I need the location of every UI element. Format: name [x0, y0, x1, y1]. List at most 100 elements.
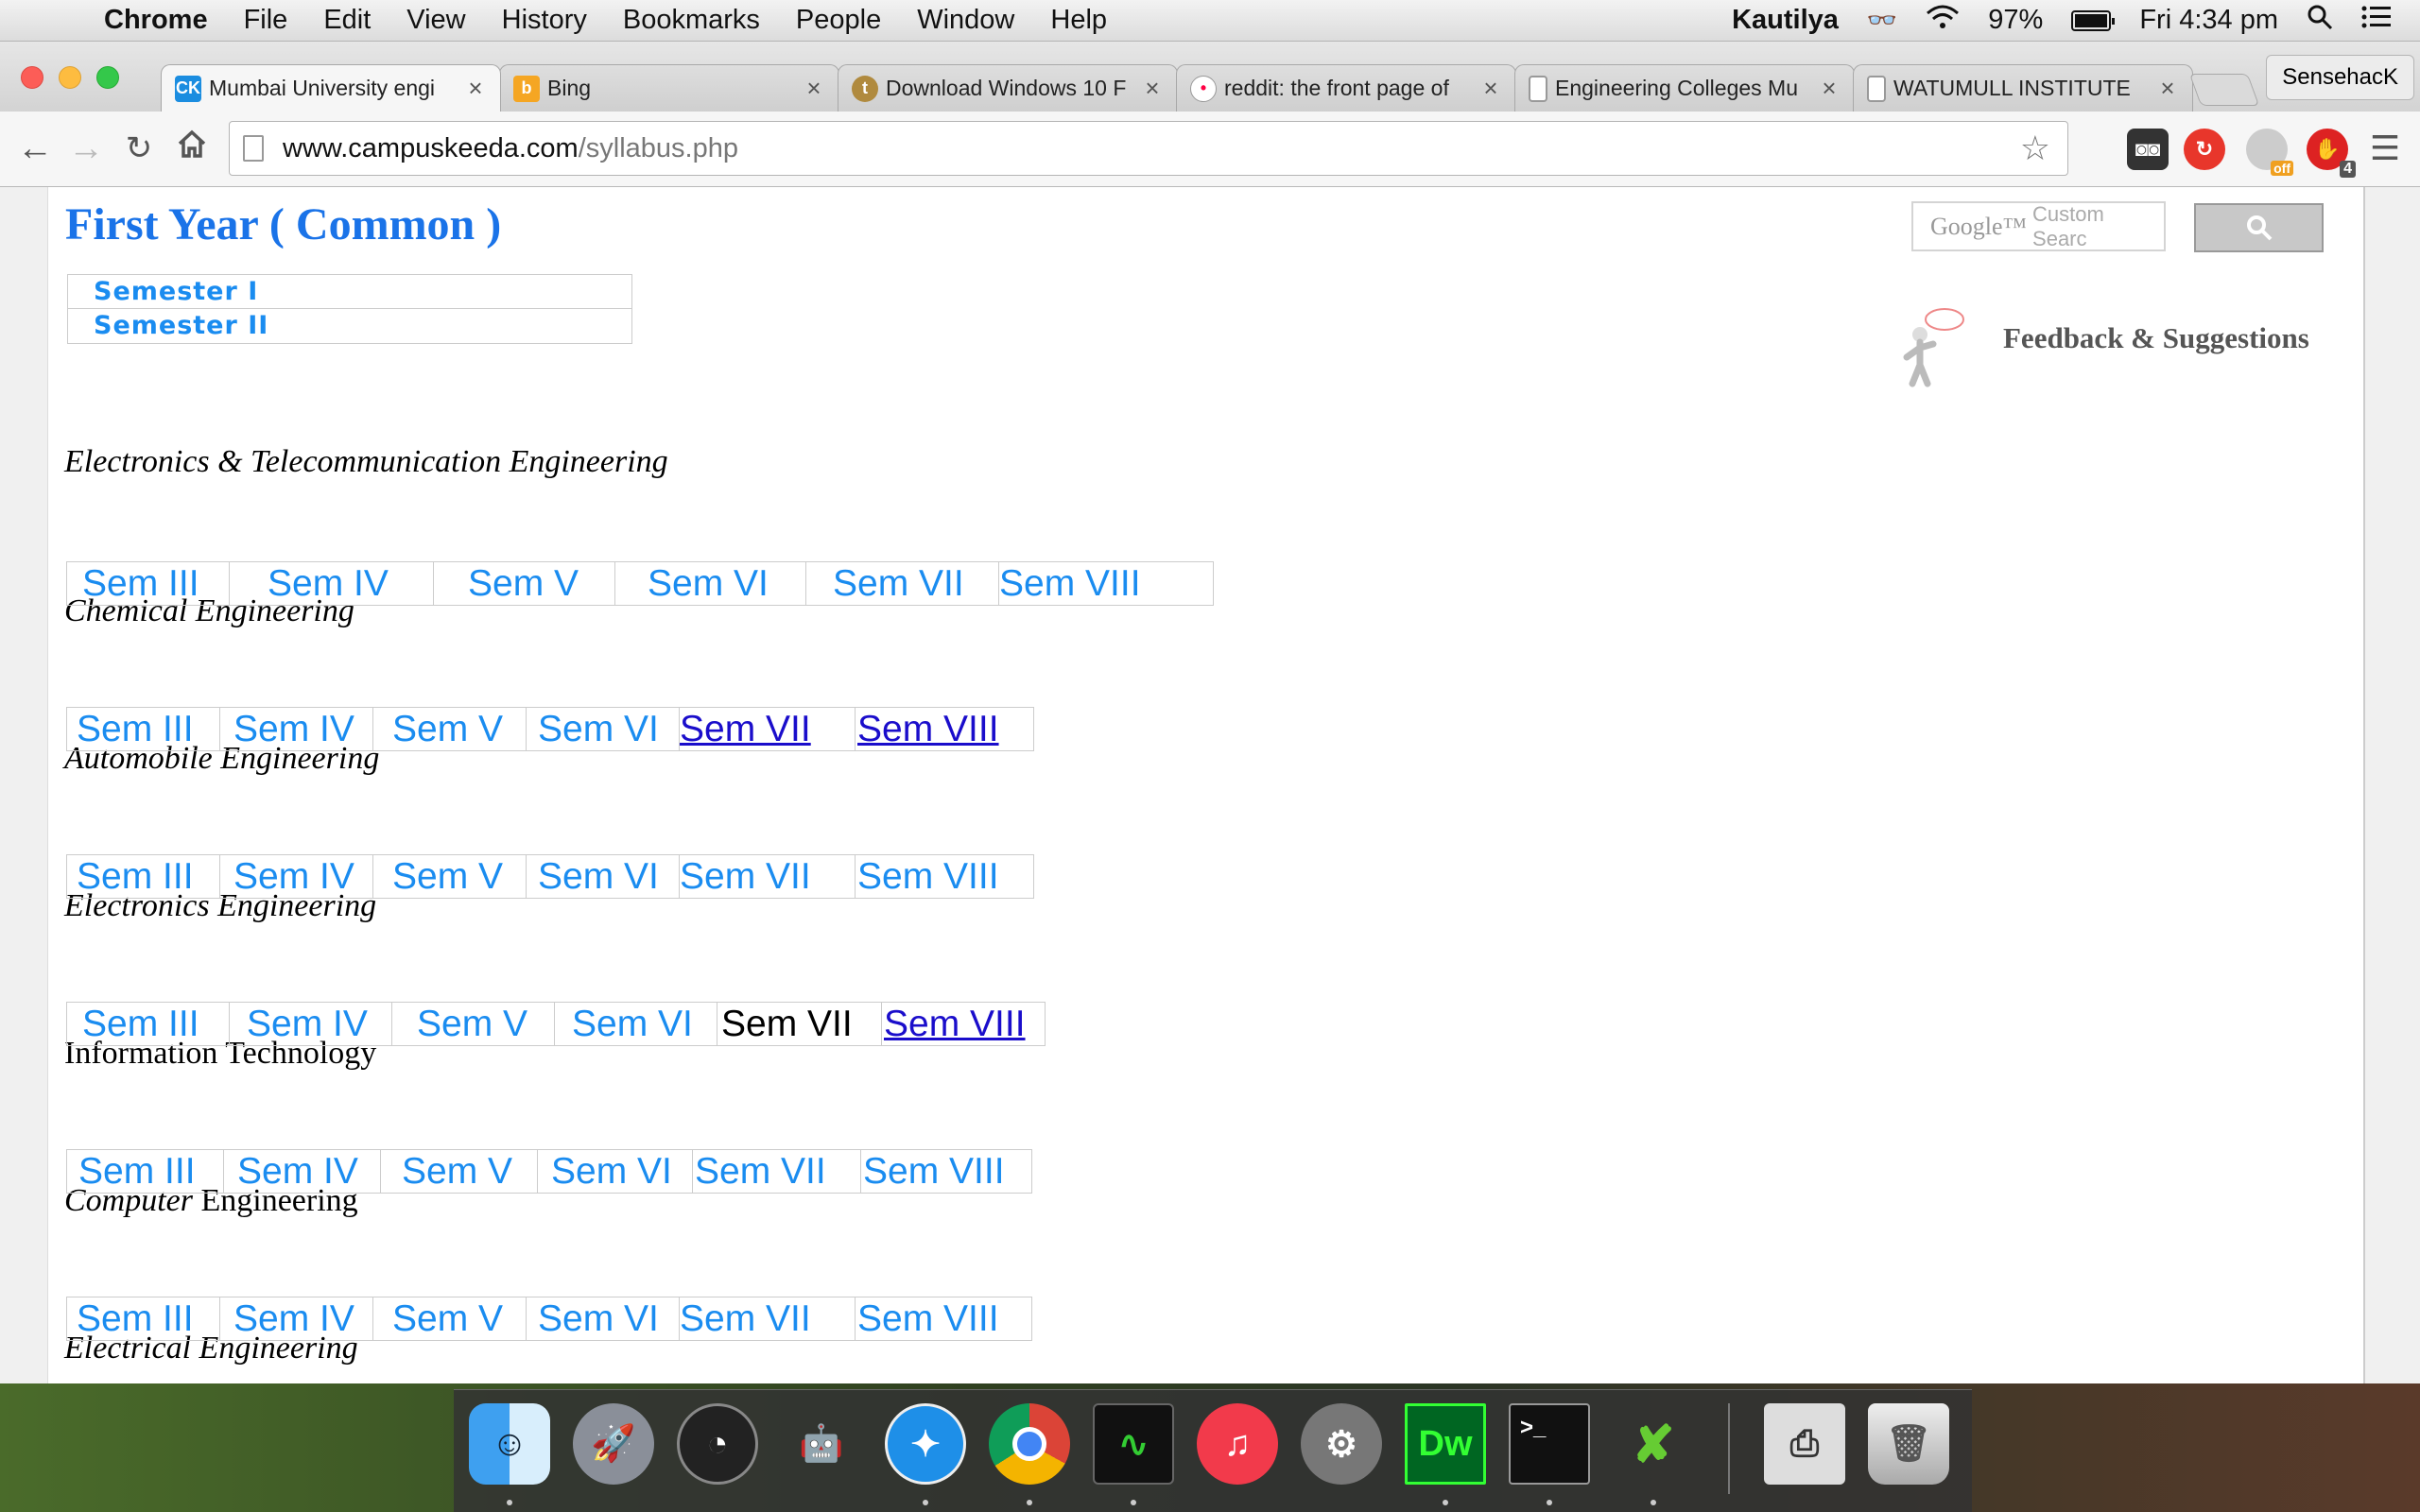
- menu-history[interactable]: History: [502, 5, 587, 36]
- sem-link[interactable]: Sem VIII: [856, 1297, 1031, 1340]
- finder-icon[interactable]: ☺: [469, 1403, 550, 1485]
- tab-close-icon[interactable]: ×: [803, 74, 825, 103]
- tab-close-icon[interactable]: ×: [464, 74, 487, 103]
- menu-file[interactable]: File: [244, 5, 288, 36]
- printer-icon[interactable]: ⎙: [1764, 1403, 1845, 1485]
- chrome-icon[interactable]: [989, 1403, 1070, 1485]
- sem-link[interactable]: Sem VIII: [856, 708, 1033, 750]
- glasses-icon[interactable]: 👓: [1867, 6, 1897, 35]
- menu-app-name[interactable]: Chrome: [104, 5, 208, 36]
- sem-link[interactable]: Sem VI: [615, 562, 806, 605]
- tab-mumbai-university[interactable]: CK Mumbai University engi ×: [161, 64, 501, 112]
- system-preferences-icon[interactable]: ⚙: [1301, 1403, 1382, 1485]
- sem-link[interactable]: Sem III: [67, 562, 230, 605]
- sem-link[interactable]: Sem V: [373, 855, 527, 898]
- sem-link[interactable]: Sem IV: [230, 562, 434, 605]
- sem-link[interactable]: Sem III: [67, 855, 220, 898]
- sem-link[interactable]: Sem VII: [806, 562, 999, 605]
- automator-icon[interactable]: 🤖: [781, 1403, 862, 1485]
- menu-view[interactable]: View: [406, 5, 465, 36]
- menu-window[interactable]: Window: [917, 5, 1014, 36]
- address-bar[interactable]: www.campuskeeda.com/syllabus.php ☆: [229, 121, 2068, 176]
- sem-link[interactable]: Sem VI: [527, 1297, 680, 1340]
- sem-link[interactable]: Sem III: [67, 1297, 220, 1340]
- battery-icon[interactable]: [2071, 9, 2116, 31]
- close-window-button[interactable]: [21, 66, 43, 89]
- terminal-icon[interactable]: >_: [1509, 1403, 1590, 1485]
- new-tab-button[interactable]: [2188, 74, 2260, 106]
- tab-close-icon[interactable]: ×: [2156, 74, 2179, 103]
- menu-help[interactable]: Help: [1050, 5, 1107, 36]
- sem-link[interactable]: Sem V: [373, 708, 527, 750]
- tab-close-icon[interactable]: ×: [1479, 74, 1502, 103]
- sem-link[interactable]: Sem IV: [220, 708, 373, 750]
- extension-pocket-icon[interactable]: ↻: [2184, 129, 2225, 170]
- feedback-figure-icon[interactable]: [1886, 306, 1980, 391]
- sem-link[interactable]: Sem VII: [680, 855, 856, 898]
- sem-link[interactable]: Sem III: [67, 1150, 224, 1193]
- notification-center-icon[interactable]: [2361, 5, 2392, 37]
- forward-arrow-icon[interactable]: →: [64, 127, 108, 170]
- menu-bookmarks[interactable]: Bookmarks: [623, 5, 760, 36]
- page-info-icon[interactable]: [243, 135, 264, 162]
- sem-link[interactable]: Sem III: [67, 708, 220, 750]
- reload-icon[interactable]: ↻: [117, 127, 161, 170]
- tab-close-icon[interactable]: ×: [1818, 74, 1841, 103]
- tab-reddit[interactable]: • reddit: the front page of ×: [1176, 64, 1516, 112]
- sem-link[interactable]: Sem V: [373, 1297, 527, 1340]
- search-input[interactable]: Google™ Custom Searc: [1911, 201, 2166, 251]
- sem-link[interactable]: Sem IV: [224, 1150, 381, 1193]
- dreamweaver-icon[interactable]: Dw: [1405, 1403, 1486, 1485]
- chrome-menu-icon[interactable]: ☰: [2363, 127, 2407, 170]
- maximize-window-button[interactable]: [96, 66, 119, 89]
- sem-link[interactable]: Sem VI: [555, 1003, 717, 1045]
- back-arrow-icon[interactable]: ←: [13, 127, 57, 170]
- spotlight-icon[interactable]: [2307, 4, 2333, 38]
- tab-close-icon[interactable]: ×: [1141, 74, 1164, 103]
- search-button[interactable]: [2194, 203, 2324, 252]
- clock[interactable]: Fri 4:34 pm: [2139, 5, 2278, 36]
- home-icon[interactable]: [170, 127, 214, 170]
- user-name[interactable]: Kautilya: [1732, 5, 1839, 36]
- profile-button[interactable]: SensehacK: [2266, 55, 2414, 100]
- sem-link[interactable]: Sem V: [392, 1003, 555, 1045]
- semester-1-link[interactable]: Semester I: [68, 275, 631, 309]
- sem-link[interactable]: Sem VI: [527, 855, 680, 898]
- sem-link[interactable]: Sem VII: [717, 1003, 882, 1045]
- sem-link[interactable]: Sem IV: [230, 1003, 392, 1045]
- sem-link[interactable]: Sem VI: [538, 1150, 693, 1193]
- minimize-window-button[interactable]: [59, 66, 81, 89]
- sem-link[interactable]: Sem IV: [220, 1297, 373, 1340]
- semester-2-link[interactable]: Semester II: [68, 309, 631, 343]
- xmarks-icon[interactable]: ✘: [1613, 1403, 1694, 1485]
- menu-edit[interactable]: Edit: [323, 5, 371, 36]
- trash-icon[interactable]: 🗑: [1868, 1403, 1949, 1485]
- sem-link[interactable]: Sem VII: [680, 708, 856, 750]
- sem-link[interactable]: Sem V: [381, 1150, 538, 1193]
- tab-watumull-institute[interactable]: WATUMULL INSTITUTE ×: [1853, 64, 2193, 112]
- feedback-link[interactable]: Feedback & Suggestions: [2003, 321, 2309, 355]
- extension-adblock-icon[interactable]: ✋ 4: [2307, 129, 2356, 178]
- bookmark-star-icon[interactable]: ☆: [2020, 129, 2050, 168]
- sem-link[interactable]: Sem VII: [693, 1150, 861, 1193]
- sem-link[interactable]: Sem VIII: [999, 562, 1213, 605]
- tab-engineering-colleges[interactable]: Engineering Colleges Mu ×: [1514, 64, 1855, 112]
- sem-link[interactable]: Sem VIII: [882, 1003, 1045, 1045]
- wifi-icon[interactable]: [1926, 4, 1960, 38]
- battery-percent[interactable]: 97%: [1988, 5, 2043, 36]
- dashboard-icon[interactable]: ◔: [677, 1403, 758, 1485]
- extension-glasses-icon[interactable]: ◙◙: [2127, 129, 2169, 170]
- tab-download-windows[interactable]: t Download Windows 10 F ×: [838, 64, 1178, 112]
- tab-bing[interactable]: b Bing ×: [499, 64, 839, 112]
- extension-ghost-icon[interactable]: off: [2246, 129, 2293, 176]
- sem-link[interactable]: Sem V: [434, 562, 615, 605]
- sem-link[interactable]: Sem VIII: [856, 855, 1033, 898]
- safari-icon[interactable]: ✦: [885, 1403, 966, 1485]
- sem-link[interactable]: Sem VII: [680, 1297, 856, 1340]
- sem-link[interactable]: Sem III: [67, 1003, 230, 1045]
- sem-link[interactable]: Sem IV: [220, 855, 373, 898]
- launchpad-icon[interactable]: 🚀: [573, 1403, 654, 1485]
- sem-link[interactable]: Sem VIII: [861, 1150, 1031, 1193]
- itunes-icon[interactable]: ♫: [1197, 1403, 1278, 1485]
- sem-link[interactable]: Sem VI: [527, 708, 680, 750]
